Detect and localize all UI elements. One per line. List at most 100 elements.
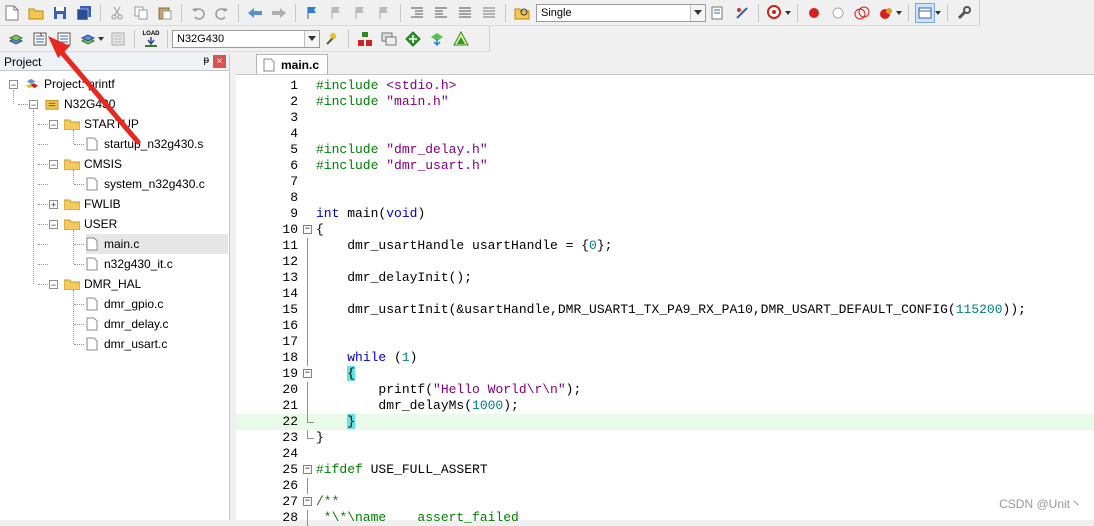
collapse-icon[interactable]: −	[49, 279, 58, 289]
disable-all-breakpoints-icon[interactable]	[852, 3, 872, 23]
tree-file[interactable]: system_n32g430.c	[86, 174, 205, 194]
collapse-icon[interactable]: −	[29, 99, 38, 109]
breakpoint-icon[interactable]	[804, 3, 824, 23]
save-icon[interactable]	[50, 3, 70, 23]
tree-target[interactable]: − N32G430	[29, 94, 115, 114]
clear-bookmarks-icon[interactable]	[374, 3, 394, 23]
tree-group[interactable]: − DMR_HAL	[49, 274, 141, 294]
redo-icon[interactable]	[212, 3, 232, 23]
debug-session-icon[interactable]	[765, 3, 785, 23]
code-line[interactable]: 8	[236, 190, 1094, 206]
cut-icon[interactable]	[107, 3, 127, 23]
code-area[interactable]: 1 #include <stdio.h> 2 #include "main.h" 3 4 5…	[236, 78, 1094, 526]
code-line[interactable]: 26	[236, 478, 1094, 494]
tree-group[interactable]: − CMSIS	[49, 154, 122, 174]
unindent-icon[interactable]	[431, 3, 451, 23]
collapse-icon[interactable]: −	[49, 159, 58, 169]
code-line[interactable]: 15 dmr_usartInit(&usartHandle,DMR_USART1…	[236, 302, 1094, 318]
code-line[interactable]: 27−/**	[236, 494, 1094, 510]
new-file-icon[interactable]	[2, 3, 22, 23]
code-line[interactable]: 12	[236, 254, 1094, 270]
code-line[interactable]: 16	[236, 318, 1094, 334]
paste-icon[interactable]	[155, 3, 175, 23]
uncomment-icon[interactable]	[479, 3, 499, 23]
code-line[interactable]: 4	[236, 126, 1094, 142]
translate-icon[interactable]	[6, 29, 26, 49]
device-select[interactable]: N32G430	[172, 29, 320, 48]
download-load-icon[interactable]: LOAD	[141, 29, 161, 49]
batch-build-icon[interactable]	[78, 29, 98, 49]
code-line[interactable]: 24	[236, 446, 1094, 462]
code-line[interactable]: 18 while (1)	[236, 350, 1094, 366]
prev-bookmark-icon[interactable]	[326, 3, 346, 23]
tree-root[interactable]: − Project: printf	[9, 74, 115, 94]
stop-build-icon[interactable]	[108, 29, 128, 49]
chevron-down-icon[interactable]	[785, 3, 791, 23]
code-line[interactable]: 22 }	[236, 414, 1094, 430]
code-line[interactable]: 6 #include "dmr_usart.h"	[236, 158, 1094, 174]
comment-icon[interactable]	[455, 3, 475, 23]
tree-file[interactable]: startup_n32g430.s	[86, 134, 203, 154]
next-bookmark-icon[interactable]	[350, 3, 370, 23]
expand-icon[interactable]: +	[49, 199, 58, 209]
code-line[interactable]: 23}	[236, 430, 1094, 446]
code-line[interactable]: 13 dmr_delayInit();	[236, 270, 1094, 286]
project-items-icon[interactable]	[379, 29, 399, 49]
save-all-icon[interactable]	[74, 3, 94, 23]
code-line[interactable]: 9 int main(void)	[236, 206, 1094, 222]
target-mode-select[interactable]: Single	[536, 3, 706, 22]
fold-icon[interactable]: −	[303, 225, 312, 234]
code-line[interactable]: 11 dmr_usartHandle usartHandle = {0};	[236, 238, 1094, 254]
tree-group[interactable]: + FWLIB	[49, 194, 121, 214]
code-line[interactable]: 19− {	[236, 366, 1094, 382]
kill-breakpoints-icon[interactable]	[876, 3, 896, 23]
rebuild-icon[interactable]	[54, 29, 74, 49]
code-line[interactable]: 7	[236, 174, 1094, 190]
close-icon[interactable]: ×	[213, 55, 226, 68]
chevron-down-icon[interactable]	[935, 3, 941, 23]
disable-breakpoint-icon[interactable]	[828, 3, 848, 23]
chevron-down-icon[interactable]	[896, 3, 902, 23]
nav-forward-icon[interactable]	[269, 3, 289, 23]
nav-back-icon[interactable]	[245, 3, 265, 23]
tree-file[interactable]: dmr_gpio.c	[86, 294, 163, 314]
build-icon[interactable]	[30, 29, 50, 49]
code-line[interactable]: 14	[236, 286, 1094, 302]
tree-file[interactable]: dmr_delay.c	[86, 314, 168, 334]
window-layout-icon[interactable]	[915, 2, 935, 23]
code-editor[interactable]: main.c 1 #include <stdio.h> 2 #include "mai…	[236, 54, 1094, 526]
manage-components-icon[interactable]	[355, 29, 375, 49]
code-line[interactable]: 3	[236, 110, 1094, 126]
manage-rte-icon[interactable]	[451, 29, 471, 49]
copy-icon[interactable]	[131, 3, 151, 23]
code-line[interactable]: 1 #include <stdio.h>	[236, 78, 1094, 94]
fold-icon[interactable]: −	[303, 369, 312, 378]
collapse-icon[interactable]: −	[49, 119, 58, 129]
find-icon[interactable]	[708, 3, 728, 23]
collapse-icon[interactable]: −	[49, 219, 58, 229]
code-line[interactable]: 28 *\*\name assert_failed	[236, 510, 1094, 526]
indent-icon[interactable]	[407, 3, 427, 23]
code-line[interactable]: 17	[236, 334, 1094, 350]
tree-file[interactable]: n32g430_it.c	[86, 254, 173, 274]
tree-group[interactable]: − USER	[49, 214, 117, 234]
tab-main-c[interactable]: main.c	[256, 54, 329, 74]
bookmark-icon[interactable]	[302, 3, 322, 23]
open-file-icon[interactable]	[26, 3, 46, 23]
collapse-icon[interactable]: −	[9, 79, 18, 89]
wrench-icon[interactable]	[954, 3, 974, 23]
incremental-find-icon[interactable]	[732, 3, 752, 23]
pack-installer-icon[interactable]	[427, 29, 447, 49]
pin-icon[interactable]: ᵽ	[203, 55, 209, 66]
code-line[interactable]: 10−{	[236, 222, 1094, 238]
code-line[interactable]: 20 printf("Hello World\r\n");	[236, 382, 1094, 398]
tree-file[interactable]: main.c	[86, 234, 228, 254]
fold-icon[interactable]: −	[303, 465, 312, 474]
select-packs-icon[interactable]	[403, 29, 423, 49]
tree-file[interactable]: dmr_usart.c	[86, 334, 167, 354]
tree-group[interactable]: − STARTUP	[49, 114, 139, 134]
target-options-icon[interactable]	[322, 29, 342, 49]
fold-icon[interactable]: −	[303, 497, 312, 506]
find-in-files-icon[interactable]	[512, 3, 532, 23]
chevron-down-icon[interactable]	[98, 29, 104, 49]
